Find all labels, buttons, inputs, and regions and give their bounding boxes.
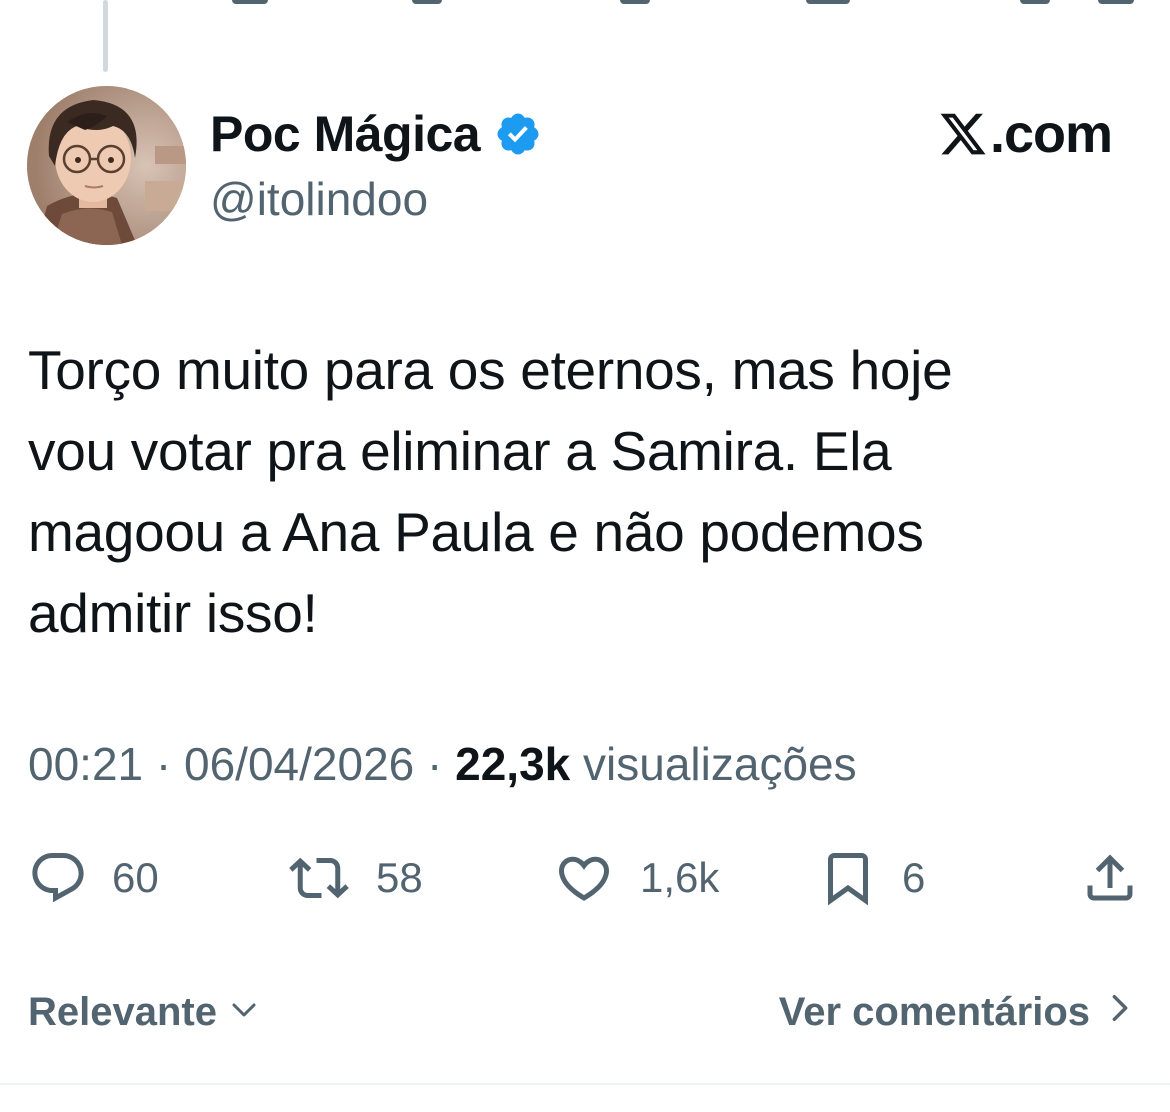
- view-comments-label: Ver comentários: [778, 989, 1090, 1034]
- previous-tweet-action-remnant: [412, 0, 442, 4]
- author-display-name-row[interactable]: Poc Mágica: [210, 104, 542, 164]
- previous-tweet-action-remnant: [1020, 0, 1050, 4]
- share-button[interactable]: [1080, 846, 1140, 910]
- previous-tweet-action-remnant: [1098, 0, 1134, 4]
- verified-badge-icon: [494, 110, 542, 158]
- sort-label: Relevante: [28, 989, 217, 1034]
- tweet-date[interactable]: 06/04/2026: [184, 738, 414, 790]
- author-handle[interactable]: @itolindoo: [210, 170, 428, 228]
- tweet-time[interactable]: 00:21: [28, 738, 143, 790]
- repost-count: 58: [376, 854, 423, 901]
- author-display-name: Poc Mágica: [210, 106, 481, 162]
- brand-domain-label: .com: [989, 104, 1113, 164]
- avatar-image: [27, 86, 186, 245]
- tweet-text: Torço muito para os eternos, mas hoje vo…: [28, 339, 953, 644]
- x-logo-icon: [938, 109, 988, 159]
- reply-button[interactable]: 60: [28, 846, 159, 910]
- heart-icon: [552, 848, 616, 908]
- divider: [0, 1083, 1170, 1085]
- repost-button[interactable]: 58: [286, 846, 423, 910]
- reply-count: 60: [112, 854, 159, 901]
- replies-controls: Relevante Ver comentários: [0, 984, 1170, 1040]
- previous-tweet-action-remnant: [232, 0, 268, 4]
- avatar[interactable]: [27, 86, 186, 245]
- views-count[interactable]: 22,3k: [455, 738, 570, 790]
- speech-bubble-icon: [28, 848, 88, 908]
- previous-tweet-action-remnant: [620, 0, 650, 4]
- bookmark-count: 6: [902, 854, 926, 901]
- chevron-right-icon: [1090, 990, 1132, 1035]
- tweet-meta: 00:21 · 06/04/2026 · 22,3k visualizações: [28, 734, 857, 794]
- meta-separator: ·: [143, 738, 185, 790]
- x-brand-watermark: .com: [938, 104, 1113, 164]
- like-button[interactable]: 1,6k: [552, 846, 719, 910]
- share-upload-icon: [1080, 848, 1140, 908]
- bookmark-button[interactable]: 6: [818, 846, 925, 910]
- views-label: visualizações: [583, 738, 857, 790]
- meta-separator: ·: [414, 738, 456, 790]
- previous-tweet-action-remnant: [806, 0, 850, 4]
- like-count: 1,6k: [640, 854, 720, 901]
- tweet-action-bar: 60 58 1,6k 6: [0, 846, 1170, 910]
- sort-replies-dropdown[interactable]: Relevante: [28, 984, 259, 1040]
- view-comments-link[interactable]: Ver comentários: [779, 984, 1132, 1040]
- chevron-down-icon: [217, 990, 259, 1035]
- thread-connector-line: [103, 0, 108, 72]
- bookmark-icon: [818, 848, 878, 908]
- repost-arrows-icon: [286, 848, 352, 908]
